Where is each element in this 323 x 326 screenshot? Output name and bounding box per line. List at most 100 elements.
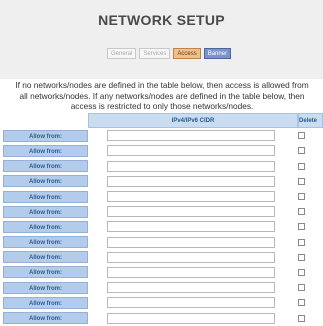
delete-cell xyxy=(298,280,323,295)
delete-cell xyxy=(298,250,323,265)
cidr-cell xyxy=(88,159,298,174)
allow-from-label: Allow from: xyxy=(3,160,88,173)
cidr-cell xyxy=(88,235,298,250)
delete-checkbox[interactable] xyxy=(298,238,305,246)
cidr-cell xyxy=(88,174,298,189)
delete-checkbox[interactable] xyxy=(298,208,305,216)
delete-cell xyxy=(298,159,323,174)
tab-services[interactable]: Services xyxy=(139,48,171,59)
table-row: Allow from: xyxy=(3,310,323,325)
table-row: Allow from: xyxy=(3,280,323,295)
cidr-cell xyxy=(88,204,298,219)
cidr-cell xyxy=(88,143,298,158)
delete-checkbox[interactable] xyxy=(298,253,305,261)
cidr-cell xyxy=(88,128,298,143)
cidr-cell xyxy=(88,280,298,295)
delete-checkbox[interactable] xyxy=(298,147,305,155)
label-cell: Allow from: xyxy=(3,280,88,295)
table-header-row: IPv4/IPv6 CIDR Delete xyxy=(3,113,323,129)
delete-cell xyxy=(298,265,323,280)
cidr-cell xyxy=(88,310,298,325)
label-cell: Allow from: xyxy=(3,128,88,143)
allow-from-label: Allow from: xyxy=(3,312,88,325)
label-cell: Allow from: xyxy=(3,235,88,250)
label-cell: Allow from: xyxy=(3,174,88,189)
tab-general[interactable]: General xyxy=(107,48,137,59)
label-cell: Allow from: xyxy=(3,143,88,158)
label-cell: Allow from: xyxy=(3,204,88,219)
delete-cell xyxy=(298,128,323,143)
allow-from-label: Allow from: xyxy=(3,281,88,294)
delete-checkbox[interactable] xyxy=(298,162,305,170)
delete-checkbox[interactable] xyxy=(298,284,305,292)
label-cell: Allow from: xyxy=(3,189,88,204)
allow-from-label: Allow from: xyxy=(3,129,88,142)
table-row: Allow from: xyxy=(3,174,323,189)
table-row: Allow from: xyxy=(3,189,323,204)
delete-cell xyxy=(298,235,323,250)
allow-from-label: Allow from: xyxy=(3,296,88,309)
access-table: IPv4/IPv6 CIDR Delete Allow from: Allow f… xyxy=(3,113,323,326)
info-text: If no networks/nodes are defined in the … xyxy=(15,80,309,111)
tab-access[interactable]: Access xyxy=(173,48,201,59)
delete-cell xyxy=(298,204,323,219)
label-cell: Allow from: xyxy=(3,295,88,310)
table-row: Allow from: xyxy=(3,219,323,234)
cidr-cell xyxy=(88,295,298,310)
cidr-input[interactable] xyxy=(107,145,275,157)
delete-checkbox[interactable] xyxy=(298,268,305,276)
cidr-input[interactable] xyxy=(107,130,275,142)
delete-cell xyxy=(298,174,323,189)
cidr-input[interactable] xyxy=(107,191,275,203)
delete-checkbox[interactable] xyxy=(298,299,305,307)
table-body: Allow from: Allow from: Allow from: Allow f… xyxy=(3,128,323,325)
allow-from-label: Allow from: xyxy=(3,205,88,218)
cidr-input[interactable] xyxy=(107,251,275,263)
allow-from-label: Allow from: xyxy=(3,220,88,233)
tab-bar: General Services Access Banner xyxy=(107,48,232,59)
cidr-input[interactable] xyxy=(107,297,275,309)
delete-cell xyxy=(298,219,323,234)
table-row: Allow from: xyxy=(3,159,323,174)
cidr-input[interactable] xyxy=(107,160,275,172)
cidr-input[interactable] xyxy=(107,282,275,294)
delete-cell xyxy=(298,143,323,158)
delete-cell xyxy=(298,189,323,204)
delete-checkbox[interactable] xyxy=(298,193,305,201)
delete-checkbox[interactable] xyxy=(298,314,305,322)
header-spacer xyxy=(3,113,88,129)
allow-from-label: Allow from: xyxy=(3,251,88,264)
table-row: Allow from: xyxy=(3,204,323,219)
cidr-input[interactable] xyxy=(107,206,275,218)
cidr-input[interactable] xyxy=(107,221,275,233)
table-row: Allow from: xyxy=(3,250,323,265)
cidr-cell xyxy=(88,250,298,265)
cidr-cell xyxy=(88,189,298,204)
allow-from-label: Allow from: xyxy=(3,236,88,249)
allow-from-label: Allow from: xyxy=(3,190,88,203)
label-cell: Allow from: xyxy=(3,310,88,325)
header-cidr: IPv4/IPv6 CIDR xyxy=(88,113,298,129)
tab-banner[interactable]: Banner xyxy=(203,48,232,59)
cidr-cell xyxy=(88,265,298,280)
cidr-input[interactable] xyxy=(107,175,275,187)
table-row: Allow from: xyxy=(3,265,323,280)
delete-cell xyxy=(298,310,323,325)
table-row: Allow from: xyxy=(3,295,323,310)
label-cell: Allow from: xyxy=(3,159,88,174)
allow-from-label: Allow from: xyxy=(3,175,88,188)
cidr-input[interactable] xyxy=(107,312,275,324)
table-row: Allow from: xyxy=(3,143,323,158)
table-row: Allow from: xyxy=(3,235,323,250)
allow-from-label: Allow from: xyxy=(3,266,88,279)
cidr-input[interactable] xyxy=(107,236,275,248)
cidr-input[interactable] xyxy=(107,266,275,278)
delete-checkbox[interactable] xyxy=(298,132,305,140)
cidr-cell xyxy=(88,219,298,234)
delete-checkbox[interactable] xyxy=(298,223,305,231)
delete-checkbox[interactable] xyxy=(298,177,305,185)
delete-cell xyxy=(298,295,323,310)
header-delete: Delete xyxy=(298,113,323,129)
page-title: NETWORK SETUP xyxy=(98,12,225,28)
table-row: Allow from: xyxy=(3,128,323,143)
